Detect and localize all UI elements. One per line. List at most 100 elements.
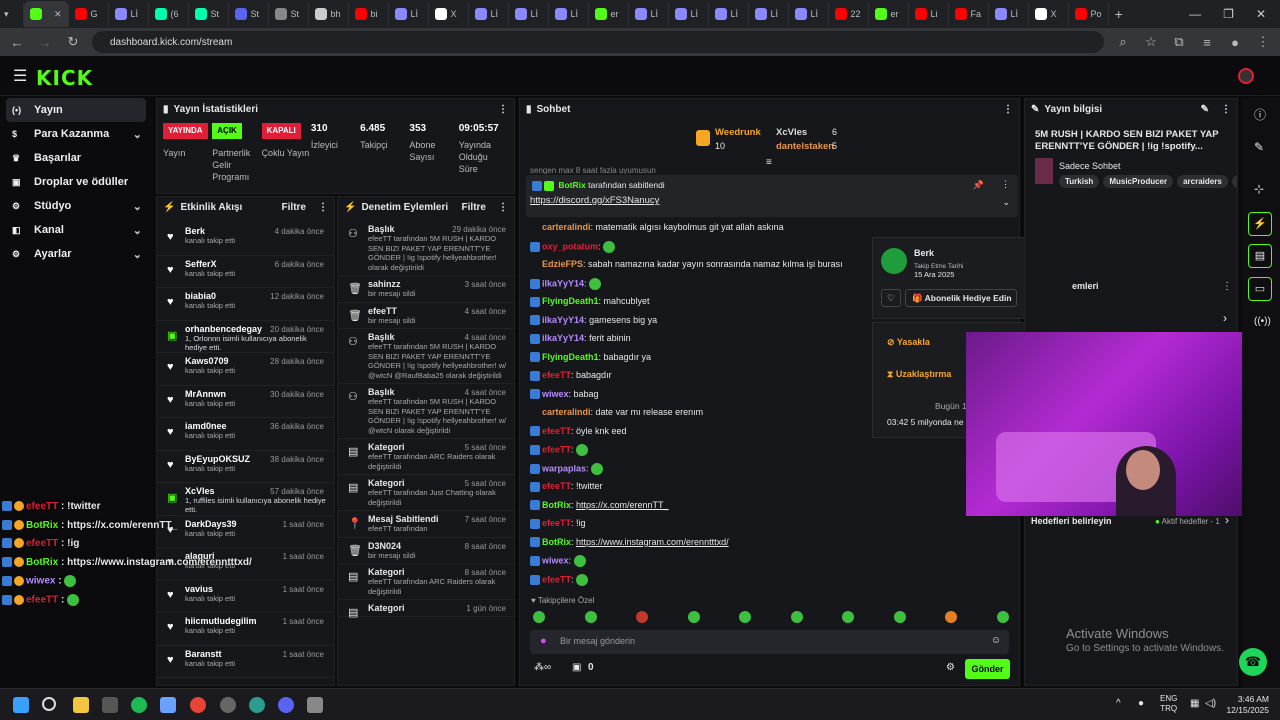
emote-icon[interactable] bbox=[533, 611, 545, 623]
browser-tab[interactable]: Lİ bbox=[629, 3, 669, 25]
chat-username[interactable]: warpaplas bbox=[542, 463, 586, 473]
language-indicator[interactable]: ENG TRQ bbox=[1160, 694, 1177, 714]
browser-tab[interactable]: ✕ bbox=[24, 1, 69, 27]
chat-icon[interactable]: ▭ bbox=[1248, 277, 1272, 301]
bookmark-star-icon[interactable]: ☆ bbox=[1142, 34, 1160, 50]
broadcast-icon[interactable]: ((•)) bbox=[1254, 316, 1271, 327]
gear-icon[interactable]: ⚙ bbox=[946, 662, 955, 673]
chat-message[interactable]: oxy_potatum: bbox=[530, 240, 616, 253]
chat-message[interactable]: FlyingDeath1: mahcublyet bbox=[530, 296, 650, 307]
chat-message[interactable]: carteralindi: matematik algısı kaybolmus… bbox=[530, 222, 784, 233]
browser-tab[interactable]: Fa bbox=[949, 3, 989, 25]
chat-username[interactable]: ilkaYyY14 bbox=[542, 333, 584, 343]
help-chat-button[interactable]: ☎ bbox=[1239, 648, 1267, 676]
browser-tab[interactable]: 22 bbox=[829, 3, 869, 25]
browser-tab[interactable]: bi bbox=[349, 3, 389, 25]
reload-icon[interactable]: ↻ bbox=[64, 34, 82, 50]
tag[interactable]: Turkish bbox=[1059, 175, 1100, 188]
moderation-row[interactable]: ⚇ Başlık 29 dakika önce efeeTT tarafından 5… bbox=[338, 221, 514, 276]
new-tab-button[interactable]: + bbox=[1109, 3, 1131, 25]
filter-button[interactable]: Filtre bbox=[282, 202, 306, 213]
user-avatar[interactable] bbox=[1238, 68, 1254, 84]
browser-tab[interactable]: Lİ bbox=[109, 3, 149, 25]
store-icon[interactable] bbox=[102, 697, 118, 713]
mic-icon[interactable]: ● bbox=[540, 635, 547, 647]
settings-icon[interactable] bbox=[160, 697, 176, 713]
tag[interactable]: cs bbox=[1231, 175, 1237, 188]
maximize-icon[interactable]: ❐ bbox=[1223, 7, 1234, 21]
chat-message[interactable]: EdzieFPS: sabah namazına kadar yayın son… bbox=[530, 259, 843, 270]
leader-name[interactable]: dantelstaken bbox=[776, 141, 834, 152]
globe-icon[interactable] bbox=[249, 697, 265, 713]
moderation-row[interactable]: 🗑 D3N024 8 saat önce bir mesajı sildi bbox=[338, 538, 514, 564]
more-icon[interactable]: ⋮ bbox=[1222, 281, 1232, 292]
document-icon[interactable]: ▤ bbox=[1248, 244, 1272, 268]
mic-tray-icon[interactable]: ● bbox=[1138, 698, 1144, 709]
edit-icon[interactable]: ✎ bbox=[1254, 140, 1264, 154]
browser-tab[interactable]: Lİ bbox=[989, 3, 1029, 25]
network-icon[interactable]: ▦ bbox=[1190, 698, 1199, 709]
chat-username[interactable]: wiwex bbox=[542, 389, 569, 399]
focus-icon[interactable]: ⊹ bbox=[1254, 182, 1264, 196]
browser-tab[interactable]: Lİ bbox=[389, 3, 429, 25]
activity-row[interactable]: ♥ Berk 4 dakika önce kanalı takip etti bbox=[157, 223, 334, 256]
chrome-icon[interactable] bbox=[190, 697, 206, 713]
browser-tab[interactable]: bh bbox=[309, 3, 349, 25]
emote-icon[interactable] bbox=[893, 611, 906, 623]
activity-row[interactable]: ▣ orhanbencedegay 20 dakika önce 1, Orİonnn… bbox=[157, 321, 334, 353]
browser-tab[interactable]: Lİ bbox=[709, 3, 749, 25]
reading-list-icon[interactable]: ≡ bbox=[1198, 35, 1216, 50]
chat-username[interactable]: BotRix bbox=[542, 500, 571, 510]
activity-row[interactable]: ♥ Kaws0709 28 dakika önce kanalı takip etti bbox=[157, 353, 334, 386]
activity-row[interactable]: ♥ SefferX 6 dakika önce kanalı takip etti bbox=[157, 256, 334, 288]
gift-sub-button[interactable]: 🎁 Abonelik Hediye Edin bbox=[905, 289, 1017, 307]
browser-tab[interactable]: Li bbox=[909, 3, 949, 25]
moderation-row[interactable]: ⚇ Başlık 4 saat önce efeeTT tarafından 5M R… bbox=[338, 329, 514, 384]
browser-tab[interactable]: Lİ bbox=[509, 3, 549, 25]
moderation-row[interactable]: ▤ Kategori 1 gün önce bbox=[338, 600, 514, 619]
chat-message[interactable]: warpaplas: bbox=[530, 462, 604, 475]
chat-username[interactable]: oxy_potatum bbox=[542, 241, 598, 251]
minimize-icon[interactable]: — bbox=[1189, 7, 1201, 21]
emote-icon[interactable] bbox=[584, 611, 597, 623]
volume-icon[interactable]: ◁) bbox=[1205, 698, 1216, 709]
browser-tab[interactable]: Lİ bbox=[749, 3, 789, 25]
moderation-row[interactable]: ▤ Kategori 5 saat önce efeeTT tarafından Ju… bbox=[338, 475, 514, 511]
kick-logo[interactable]: KICK bbox=[36, 66, 93, 90]
menu-icon[interactable]: ⋮ bbox=[1254, 34, 1272, 50]
category-name[interactable]: Sadece Sohbet bbox=[1059, 161, 1121, 171]
chat-username[interactable]: carteralindi bbox=[542, 407, 591, 417]
browser-tab[interactable]: (6 bbox=[149, 3, 189, 25]
kicks-icon[interactable]: ▣ bbox=[572, 662, 581, 673]
emote-icon[interactable] bbox=[790, 611, 803, 623]
chat-username[interactable]: FlyingDeath1 bbox=[542, 352, 599, 362]
chat-username[interactable]: efeeTT bbox=[542, 444, 571, 454]
browser-tab[interactable]: Lİ bbox=[469, 3, 509, 25]
chat-message[interactable]: ilkaYyY14: gamesens big ya bbox=[530, 315, 657, 326]
browser-tab[interactable]: er bbox=[589, 3, 629, 25]
leader-name[interactable]: Weedrunk bbox=[715, 127, 761, 138]
search-icon[interactable] bbox=[42, 697, 56, 711]
chat-username[interactable]: wiwex bbox=[542, 555, 569, 565]
clock[interactable]: 3:46 AM 12/15/2025 bbox=[1225, 694, 1269, 716]
browser-tab[interactable]: St bbox=[229, 3, 269, 25]
chat-username[interactable]: efeeTT bbox=[542, 426, 571, 436]
more-icon[interactable]: ⋮ bbox=[318, 202, 328, 213]
hamburger-icon[interactable]: ☰ bbox=[13, 66, 27, 86]
emote-icon[interactable] bbox=[996, 611, 1009, 623]
activity-row[interactable]: ♥ Baranstt 1 saat önce kanalı takip etti bbox=[157, 646, 334, 678]
windows-start-icon[interactable] bbox=[13, 697, 29, 713]
moderation-row[interactable]: 🗑 sahinzz 3 saat önce bir mesajı sildi bbox=[338, 276, 514, 303]
browser-tab[interactable]: St bbox=[189, 3, 229, 25]
sidebar-item[interactable]: ▣ Droplar ve ödüller bbox=[0, 170, 152, 194]
browser-tab[interactable]: St bbox=[269, 3, 309, 25]
app-icon[interactable] bbox=[220, 697, 236, 713]
zoom-icon[interactable]: ⌕ bbox=[1114, 34, 1132, 50]
timeout-button[interactable]: ⧗ Uzaklaştırma bbox=[887, 369, 951, 380]
chevron-down-icon[interactable]: ⌄ bbox=[1002, 197, 1010, 208]
chat-message[interactable]: ilkaYyY14: ferit abinin bbox=[530, 333, 631, 344]
more-icon[interactable]: ⋮ bbox=[498, 202, 508, 213]
chat-username[interactable]: ilkaYyY14 bbox=[542, 315, 584, 325]
sidebar-item[interactable]: $ Para Kazanma ⌄ bbox=[0, 122, 152, 146]
sidebar-item[interactable]: ⚙ Stüdyo ⌄ bbox=[0, 194, 152, 218]
